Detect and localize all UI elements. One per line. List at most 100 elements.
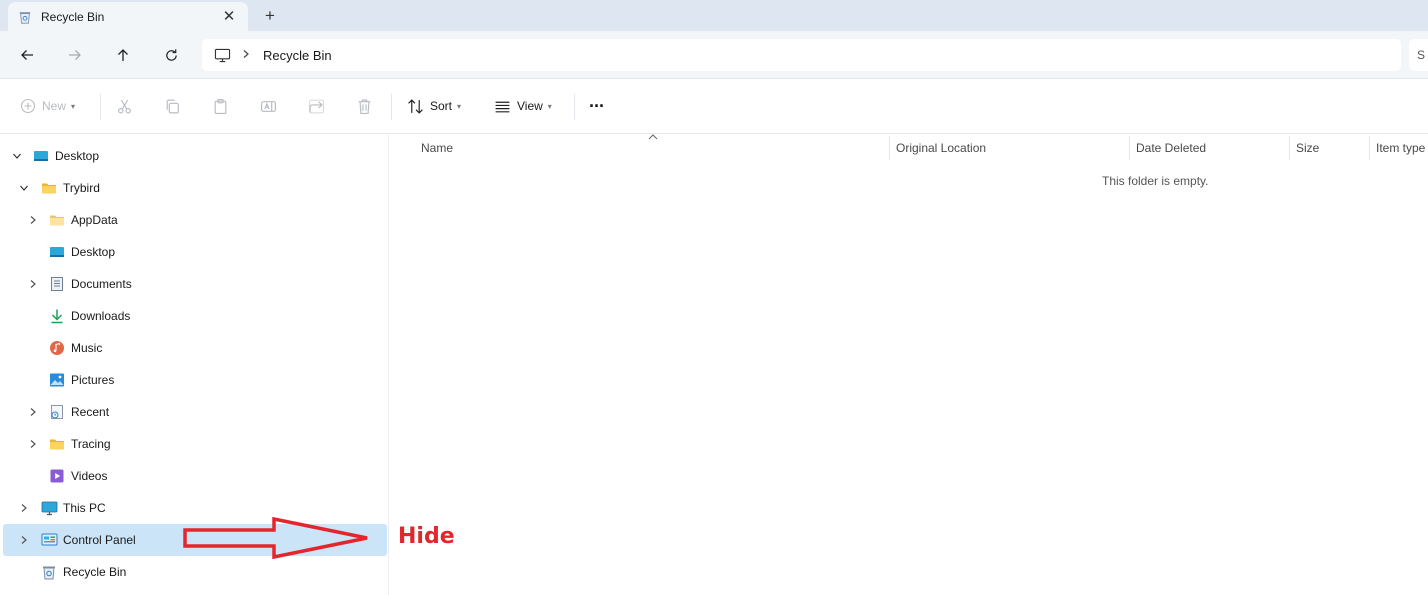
folder-icon [49,436,65,452]
chevron-right-icon[interactable] [241,48,251,62]
delete-button[interactable] [356,91,373,121]
sidebar-item-label: Pictures [71,373,115,387]
chevron-right-icon[interactable] [27,406,39,418]
chevron-down-icon[interactable] [11,150,23,162]
column-divider[interactable] [889,136,890,160]
divider [391,94,392,120]
share-button[interactable] [308,91,325,121]
folder-icon [49,212,65,228]
column-header-name[interactable]: Name [421,134,453,161]
navigation-bar: Recycle Bin S [0,31,1428,79]
share-icon [309,99,324,113]
clipboard-icon [214,98,227,114]
back-button[interactable] [12,40,42,70]
chevron-down-icon: ▾ [547,101,552,111]
list-view-icon [495,101,510,112]
sidebar-item-label: Recycle Bin [63,565,127,579]
sort-button[interactable]: Sort ▾ [407,91,461,121]
chevron-right-icon[interactable] [18,502,30,514]
copy-icon [166,99,179,113]
monitor-icon [214,48,231,63]
sort-label: Sort [430,99,453,113]
column-divider[interactable] [1129,136,1130,160]
search-input[interactable]: S [1409,39,1428,71]
arrow-right-icon [69,50,81,60]
music-icon [49,340,65,356]
chevron-right-icon[interactable] [27,278,39,290]
divider [574,94,575,120]
sidebar-item-label: Control Panel [63,533,136,547]
recycle-bin-icon [41,564,57,580]
refresh-button[interactable] [156,40,186,70]
desktop-icon [33,148,49,164]
chevron-right-icon[interactable] [27,214,39,226]
rename-icon [261,100,276,112]
new-button[interactable]: New ▾ [20,91,75,121]
column-header-original-location[interactable]: Original Location [896,134,986,161]
chevron-right-icon[interactable] [18,534,30,546]
rename-button[interactable] [260,91,277,121]
command-bar: New ▾ Sort ▾ View ▾ ··· [0,80,1428,134]
sidebar-item-documents[interactable]: Documents [3,268,387,300]
annotation-label: Hide [398,524,455,549]
forward-button[interactable] [60,40,90,70]
column-header-item-type[interactable]: Item type [1376,134,1425,161]
column-header-date-deleted[interactable]: Date Deleted [1136,134,1206,161]
view-button[interactable]: View ▾ [494,91,552,121]
tab-close-button[interactable]: ✕ [218,5,240,27]
paste-button[interactable] [212,91,229,121]
more-options-button[interactable]: ··· [589,91,605,121]
column-divider[interactable] [1289,136,1290,160]
pictures-icon [49,372,65,388]
sidebar-item-music[interactable]: Music [3,332,387,364]
title-bar: Recycle Bin ✕ + [0,0,1428,31]
sidebar-item-desktop-user[interactable]: Desktop [3,236,387,268]
sidebar-item-label: Music [71,341,103,355]
sidebar-item-label: AppData [71,213,118,227]
sidebar-item-label: Downloads [71,309,131,323]
tab-recycle-bin[interactable]: Recycle Bin ✕ [8,2,248,31]
new-tab-button[interactable]: + [258,4,282,28]
file-list: Name Original Location Date Deleted Size… [390,134,1428,595]
plus-circle-icon [20,98,36,114]
chevron-right-icon[interactable] [27,438,39,450]
column-divider[interactable] [1369,136,1370,160]
sidebar-item-tracing[interactable]: Tracing [3,428,387,460]
arrow-up-icon [118,49,128,61]
view-label: View [517,99,543,113]
divider [100,94,101,120]
sidebar-item-videos[interactable]: Videos [3,460,387,492]
address-bar[interactable]: Recycle Bin [202,39,1401,71]
refresh-icon [165,48,177,61]
up-button[interactable] [108,40,138,70]
new-label: New [42,99,67,113]
chevron-down-icon: ▾ [457,101,462,111]
copy-button[interactable] [164,91,181,121]
scissors-icon [118,99,131,113]
videos-icon [49,468,65,484]
trash-icon [358,99,371,114]
sidebar-item-desktop[interactable]: Desktop [3,140,387,172]
control-panel-icon [41,532,58,548]
sidebar-item-recent[interactable]: Recent [3,396,387,428]
sidebar-item-label: Documents [71,277,132,291]
sidebar-item-pictures[interactable]: Pictures [3,364,387,396]
sidebar-item-trybird[interactable]: Trybird [3,172,387,204]
desktop-icon [49,244,65,260]
folder-icon [41,180,57,196]
chevron-down-icon[interactable] [18,182,30,194]
sidebar-item-label: This PC [63,501,106,515]
cut-button[interactable] [116,91,133,121]
tab-title: Recycle Bin [41,9,105,24]
sidebar-item-appdata[interactable]: AppData [3,204,387,236]
recent-icon [49,404,65,420]
sidebar-item-downloads[interactable]: Downloads [3,300,387,332]
download-icon [49,308,65,324]
sidebar-item-label: Desktop [71,245,116,259]
chevron-down-icon: ▾ [71,101,76,111]
breadcrumb-recycle-bin[interactable]: Recycle Bin [263,48,332,63]
empty-folder-message: This folder is empty. [1102,174,1209,188]
sidebar-item-label: Tracing [71,437,111,451]
sort-icon [408,98,423,114]
column-header-size[interactable]: Size [1296,134,1319,161]
